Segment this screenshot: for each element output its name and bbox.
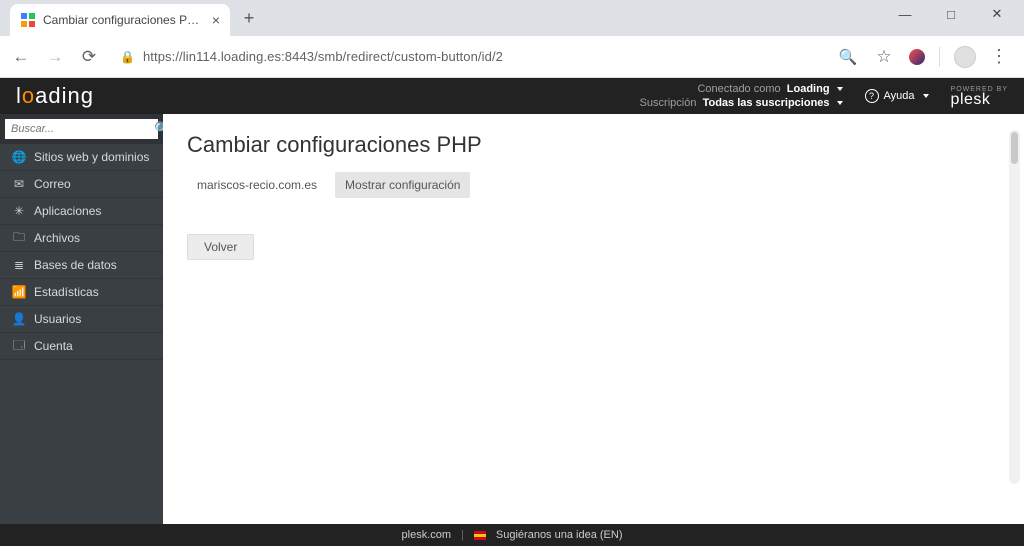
url-text: https://lin114.loading.es:8443/smb/redir… [143,49,503,64]
login-block: Conectado como Loading Suscripción Todas… [640,82,843,110]
content-area: Cambiar configuraciones PHP mariscos-rec… [163,114,1024,524]
app-header: loading Conectado como Loading Suscripci… [0,78,1024,114]
sidebar-item-apps[interactable]: ✳ Aplicaciones [0,198,163,225]
minimize-button[interactable]: — [884,0,926,28]
puzzle-icon: ✳ [12,204,26,218]
brand-logo[interactable]: loading [16,83,94,109]
card-icon: 🗔 [12,336,26,357]
brand-accent: o [22,83,35,108]
menu-button[interactable]: ⋮ [990,46,1008,67]
window-controls: — □ ✕ [884,0,1018,28]
footer-suggest-link[interactable]: Sugiéranos una idea (EN) [496,529,623,541]
sidebar-item-stats[interactable]: 📶 Estadísticas [0,279,163,306]
sidebar-item-websites[interactable]: 🌐 Sitios web y dominios [0,144,163,171]
content-scrollbar[interactable] [1009,130,1020,484]
sidebar-item-label: Usuarios [34,312,81,326]
subscription-label: Suscripción [640,97,697,109]
tab-strip: Cambiar configuraciones PHP - L × + — □ … [0,0,1024,36]
browser-chrome: Cambiar configuraciones PHP - L × + — □ … [0,0,1024,78]
sidebar: 🔍 🌐 Sitios web y dominios ✉ Correo ✳ Apl… [0,114,163,524]
login-label: Conectado como [697,83,780,95]
database-icon: ≣ [12,258,26,272]
tab-title: Cambiar configuraciones PHP - L [43,13,205,27]
maximize-button[interactable]: □ [930,0,972,28]
sidebar-search-wrap: 🔍 [0,114,163,144]
close-tab-button[interactable]: × [212,12,220,28]
stats-icon: 📶 [12,285,26,299]
sidebar-item-mail[interactable]: ✉ Correo [0,171,163,198]
sidebar-nav: 🌐 Sitios web y dominios ✉ Correo ✳ Aplic… [0,144,163,360]
new-tab-button[interactable]: + [238,8,260,29]
sidebar-item-label: Archivos [34,231,80,245]
lock-icon: 🔒 [120,50,135,64]
sidebar-item-users[interactable]: 👤 Usuarios [0,306,163,333]
sidebar-item-label: Aplicaciones [34,204,101,218]
globe-icon: 🌐 [12,150,26,164]
sidebar-item-label: Estadísticas [34,285,99,299]
help-icon: ? [865,89,879,103]
address-bar[interactable]: 🔒 https://lin114.loading.es:8443/smb/red… [112,49,825,64]
divider [939,47,940,67]
plesk-text: plesk [951,91,991,108]
sidebar-item-databases[interactable]: ≣ Bases de datos [0,252,163,279]
star-icon[interactable]: ☆ [873,47,895,67]
sidebar-search[interactable]: 🔍 [5,119,158,139]
login-user-dropdown[interactable]: Loading [787,82,843,96]
toolbar-right: 🔍 ☆ ⋮ [837,46,1014,68]
favicon-icon [20,12,36,28]
sidebar-item-files[interactable]: 🗀 Archivos [0,225,163,252]
tab-show-config[interactable]: Mostrar configuración [335,172,470,198]
tabs-row: mariscos-recio.com.es Mostrar configurac… [187,172,1000,198]
close-window-button[interactable]: ✕ [976,0,1018,28]
profile-avatar[interactable] [954,46,976,68]
mail-icon: ✉ [12,177,26,191]
user-icon: 👤 [12,312,26,326]
folder-icon: 🗀 [12,228,26,249]
brand-post: ading [35,83,94,108]
extension-icon[interactable] [909,49,925,65]
app-footer: plesk.com | Sugiéranos una idea (EN) [0,524,1024,546]
sidebar-item-account[interactable]: 🗔 Cuenta [0,333,163,360]
header-right: Conectado como Loading Suscripción Todas… [640,82,1008,110]
forward-button[interactable]: → [44,47,66,67]
footer-separator: | [461,529,464,541]
zoom-icon[interactable]: 🔍 [837,48,859,66]
footer-link[interactable]: plesk.com [402,529,452,541]
scrollbar-thumb[interactable] [1011,132,1018,164]
page-title: Cambiar configuraciones PHP [187,132,1000,158]
back-button-content[interactable]: Volver [187,234,254,260]
browser-toolbar: ← → ⟳ 🔒 https://lin114.loading.es:8443/s… [0,36,1024,78]
sidebar-item-label: Correo [34,177,71,191]
plesk-logo[interactable]: POWERED BY plesk [951,86,1008,107]
reload-button[interactable]: ⟳ [78,47,100,67]
tab-domain[interactable]: mariscos-recio.com.es [187,172,327,198]
back-button[interactable]: ← [10,47,32,67]
sidebar-item-label: Bases de datos [34,258,117,272]
app: loading Conectado como Loading Suscripci… [0,78,1024,546]
help-label: Ayuda [884,90,915,102]
help-dropdown[interactable]: ? Ayuda [865,89,929,103]
browser-tab[interactable]: Cambiar configuraciones PHP - L × [10,4,230,36]
sidebar-item-label: Sitios web y dominios [34,150,149,164]
sidebar-item-label: Cuenta [34,339,73,353]
flag-icon [474,531,486,540]
app-body: 🔍 🌐 Sitios web y dominios ✉ Correo ✳ Apl… [0,114,1024,524]
search-input[interactable] [11,123,154,135]
subscription-dropdown[interactable]: Todas las suscripciones [703,96,843,110]
